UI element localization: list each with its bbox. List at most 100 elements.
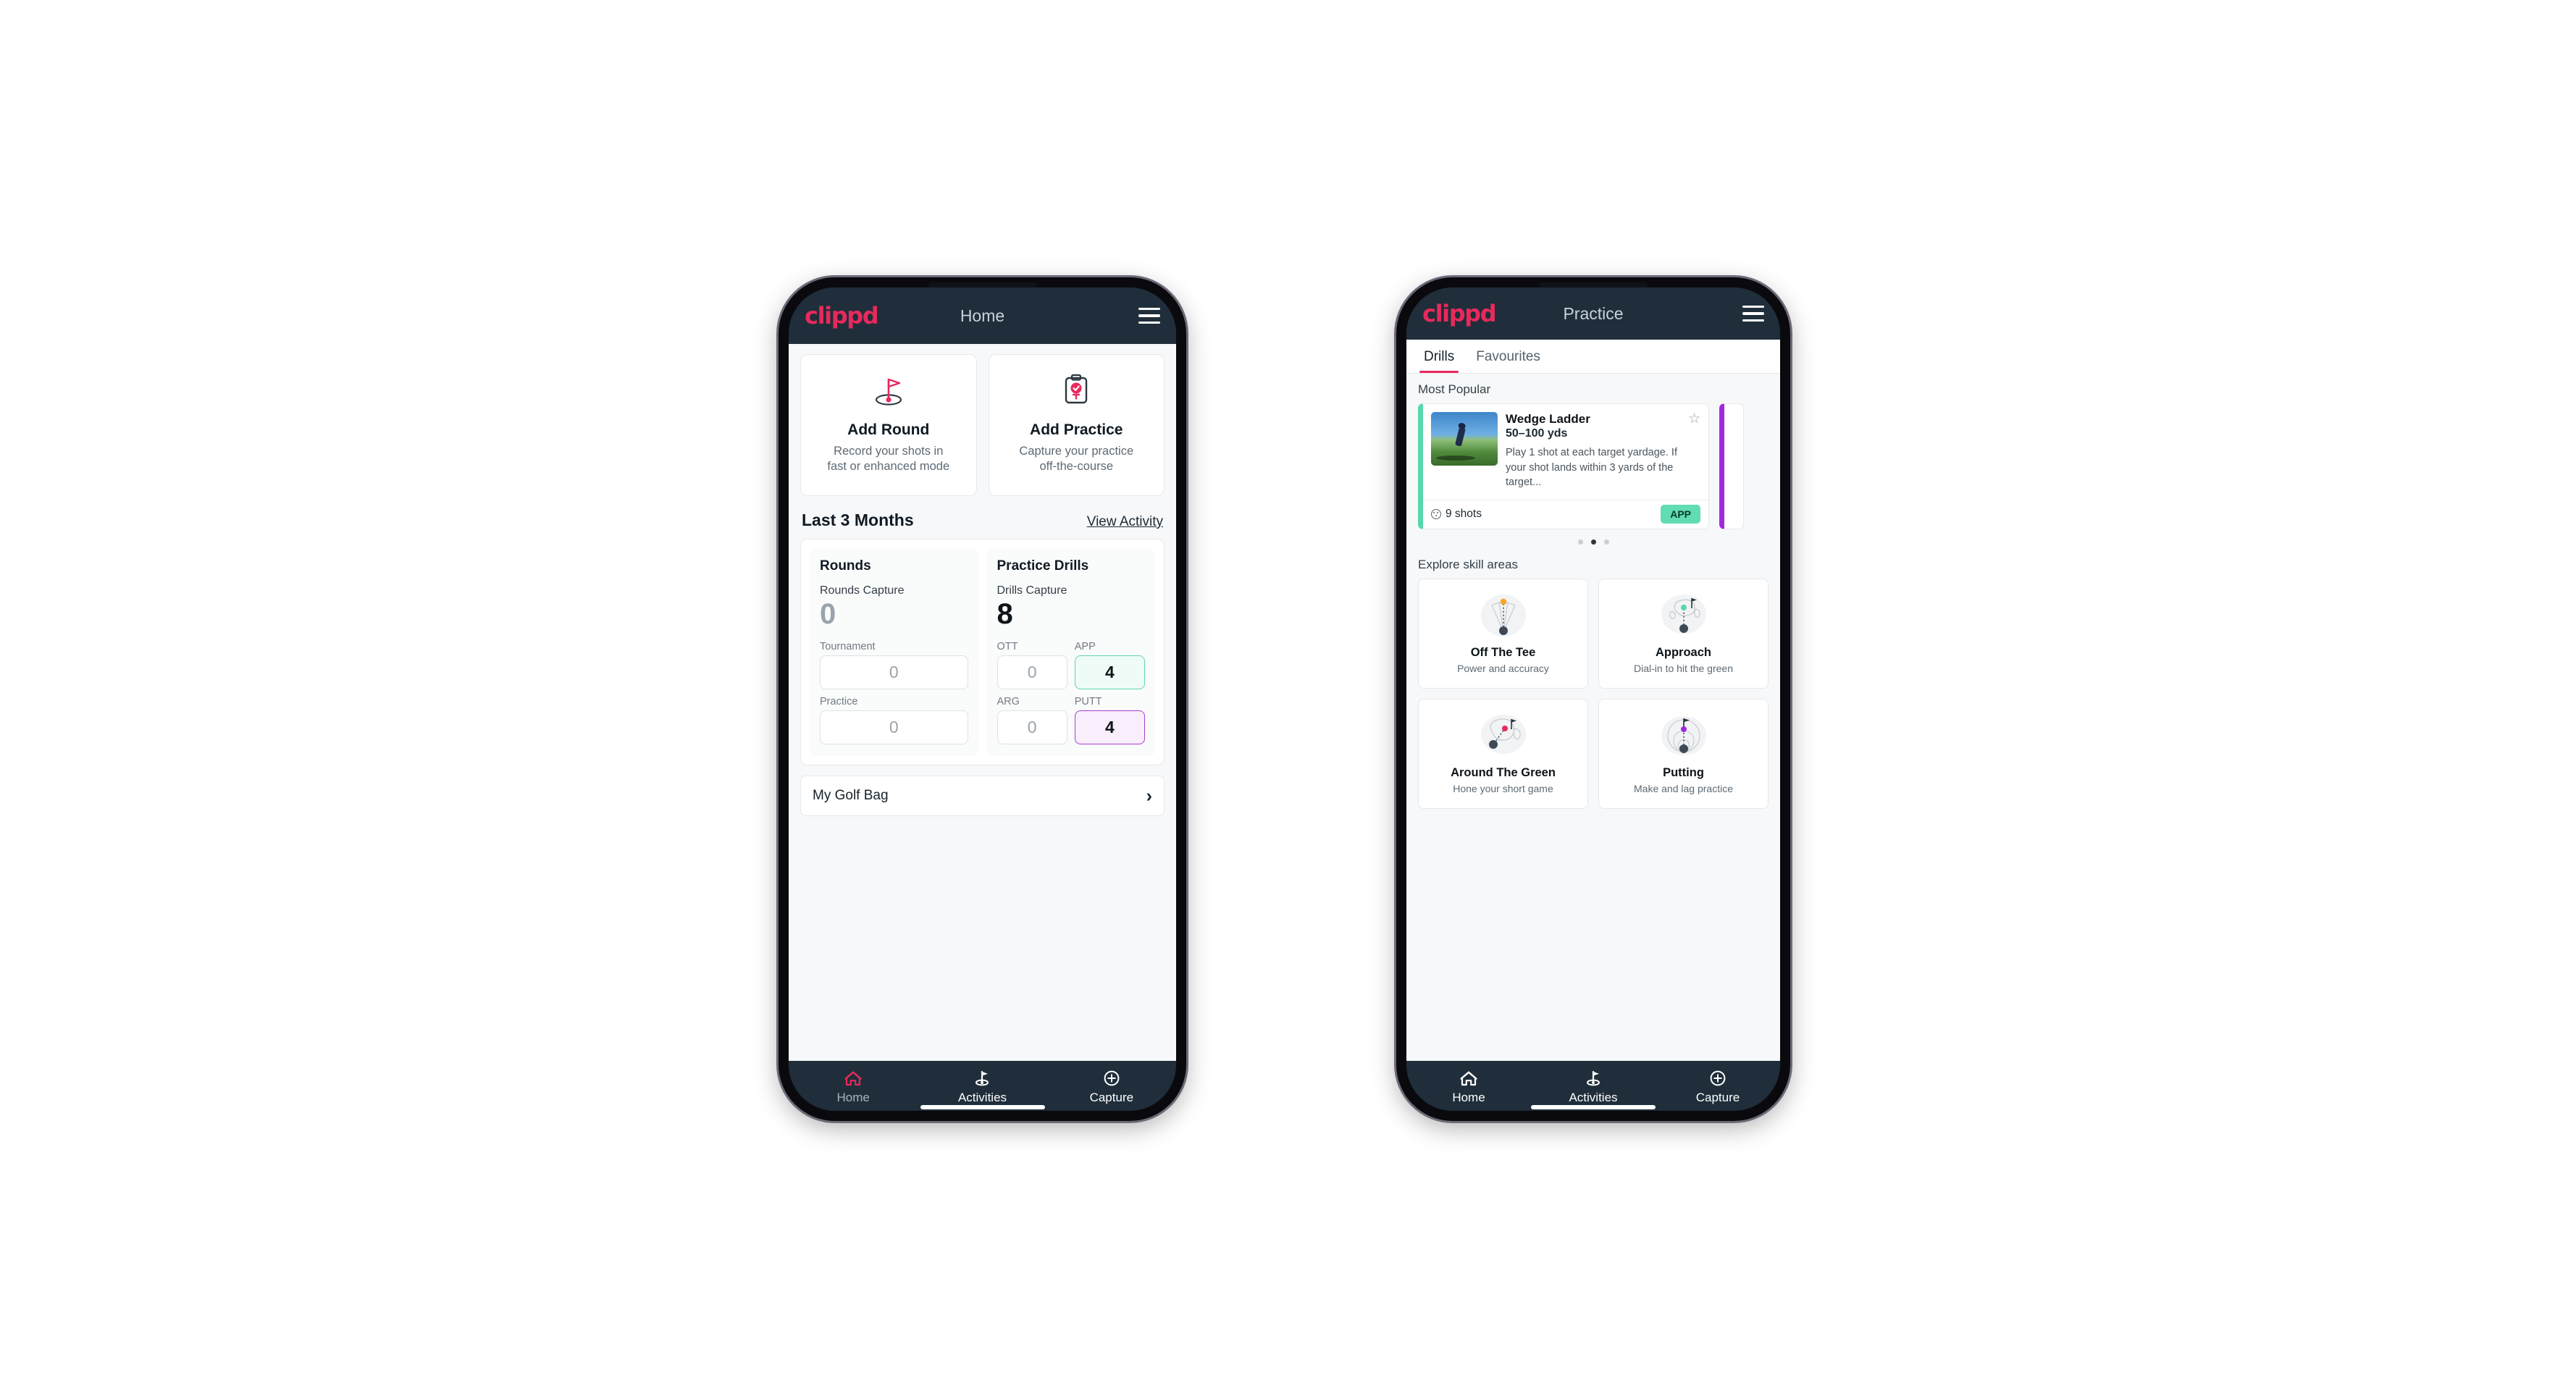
nav-label-home: Home	[836, 1091, 870, 1104]
skill-name: Putting	[1663, 765, 1704, 779]
carousel-dot-3[interactable]	[1603, 539, 1609, 545]
bottom-nav-home: Home Activities Capture	[789, 1061, 1176, 1111]
practice-value[interactable]: 0	[820, 710, 968, 744]
arg-value[interactable]: 0	[997, 710, 1067, 744]
app-bar-home: clippd Home	[789, 287, 1176, 344]
nav-item-capture[interactable]: Capture	[1656, 1070, 1780, 1105]
nav-item-home[interactable]: Home	[789, 1070, 918, 1105]
home-indicator-bar	[920, 1105, 1045, 1109]
home-indicator-bar	[1531, 1105, 1656, 1109]
home-icon	[1460, 1071, 1477, 1086]
golf-ball-icon	[1431, 509, 1441, 520]
drills-capture-value: 8	[997, 598, 1013, 630]
most-popular-label: Most Popular	[1418, 382, 1491, 396]
nav-item-activities[interactable]: Activities	[918, 1070, 1046, 1105]
phone-speaker-slot	[928, 282, 1037, 287]
tab-drills[interactable]: Drills	[1419, 347, 1459, 373]
clippd-logo[interactable]: clippd	[805, 302, 879, 329]
clippd-logo[interactable]: clippd	[1422, 300, 1497, 327]
putt-value[interactable]: 4	[1074, 710, 1145, 744]
clipboard-check-tee-icon	[1056, 369, 1096, 411]
drill-card-wedge-ladder[interactable]: Wedge Ladder 50–100 yds ☆ Play 1 shot at…	[1418, 403, 1709, 529]
add-practice-subtitle-line2: off-the-course	[1039, 460, 1114, 474]
nav-item-activities[interactable]: Activities	[1531, 1070, 1656, 1105]
my-golf-bag-label: My Golf Bag	[813, 788, 889, 803]
skill-areas-grid: Off The Tee Power and accuracy Approach …	[1418, 578, 1769, 809]
tournament-value[interactable]: 0	[820, 655, 968, 689]
around-green-icon	[1480, 714, 1526, 754]
carousel-dot-2[interactable]	[1590, 539, 1596, 545]
add-round-subtitle-line2: fast or enhanced mode	[827, 460, 950, 474]
plus-circle-icon	[1710, 1070, 1726, 1086]
tab-favourites[interactable]: Favourites	[1472, 347, 1545, 373]
app-bar-practice: clippd Practice	[1406, 287, 1780, 340]
skill-desc: Make and lag practice	[1634, 782, 1733, 794]
add-round-card[interactable]: Add Round Record your shots in fast or e…	[800, 354, 977, 496]
carousel-dot-1[interactable]	[1577, 539, 1583, 545]
view-activity-link[interactable]: View Activity	[1087, 514, 1163, 530]
skill-card-approach[interactable]: Approach Dial-in to hit the green	[1598, 578, 1769, 689]
app-value[interactable]: 4	[1074, 655, 1145, 689]
star-outline-icon[interactable]: ☆	[1688, 412, 1700, 426]
practice-screen-body: Most Popular Wedge Ladder 50–100 yds ☆ P…	[1406, 374, 1780, 1061]
add-round-subtitle-line1: Record your shots in	[834, 445, 944, 458]
drill-description: Play 1 shot at each target yardage. If y…	[1506, 447, 1677, 489]
phone-mockup-practice: clippd Practice Drills Favourites Most P…	[1396, 277, 1790, 1121]
skill-desc: Power and accuracy	[1457, 662, 1549, 674]
phone-speaker-slot	[1539, 282, 1648, 287]
add-round-title: Add Round	[847, 421, 930, 438]
putting-rings-icon	[1661, 715, 1706, 755]
drills-capture-label: Drills Capture	[997, 584, 1067, 597]
arg-field: ARG 0	[997, 696, 1067, 744]
nav-item-home[interactable]: Home	[1406, 1070, 1531, 1105]
nav-label-capture: Capture	[1089, 1091, 1134, 1104]
app-field: APP 4	[1074, 641, 1145, 689]
drill-shots: 9 shots	[1431, 508, 1482, 521]
add-practice-card[interactable]: Add Practice Capture your practice off-t…	[988, 354, 1165, 496]
tournament-field: Tournament 0	[820, 641, 968, 689]
hamburger-menu-icon[interactable]	[1742, 306, 1764, 322]
quick-actions-row: Add Round Record your shots in fast or e…	[800, 354, 1165, 496]
plus-circle-icon	[1104, 1070, 1120, 1086]
home-screen-body: Add Round Record your shots in fast or e…	[789, 344, 1176, 1061]
add-practice-title: Add Practice	[1030, 421, 1123, 438]
skill-card-around-the-green[interactable]: Around The Green Hone your short game	[1418, 698, 1588, 809]
section-title: Last 3 Months	[802, 511, 914, 529]
bottom-nav-practice: Home Activities Capture	[1406, 1061, 1780, 1111]
my-golf-bag-row[interactable]: My Golf Bag ›	[800, 776, 1165, 816]
skill-name: Approach	[1655, 645, 1711, 659]
tee-shot-fan-icon	[1480, 594, 1526, 637]
putt-label: PUTT	[1074, 696, 1102, 707]
golf-flag-icon	[1587, 1070, 1600, 1086]
ott-field: OTT 0	[997, 641, 1067, 689]
golf-flag-hole-icon	[868, 369, 909, 411]
skill-card-putting[interactable]: Putting Make and lag practice	[1598, 698, 1769, 809]
chevron-right-icon: ›	[1146, 785, 1152, 806]
carousel-dots[interactable]	[1418, 539, 1769, 545]
last-3-months-header: Last 3 Months View Activity	[802, 511, 1163, 530]
stats-card: Rounds Rounds Capture 0 Tournament 0 Pra…	[800, 539, 1165, 765]
nav-item-capture[interactable]: Capture	[1047, 1070, 1176, 1105]
hamburger-menu-icon[interactable]	[1138, 308, 1160, 324]
nav-label-activities: Activities	[1569, 1091, 1618, 1104]
nav-label-capture: Capture	[1695, 1091, 1740, 1104]
tournament-label: Tournament	[820, 641, 876, 652]
approach-green-icon	[1661, 594, 1706, 634]
practice-drills-stat-column: Practice Drills Drills Capture 8 OTT 0 A…	[986, 548, 1155, 756]
add-practice-subtitle-line1: Capture your practice	[1019, 445, 1134, 458]
nav-label-activities: Activities	[957, 1091, 1007, 1104]
practice-tabs: Drills Favourites	[1406, 340, 1780, 374]
rounds-capture-label: Rounds Capture	[820, 584, 905, 597]
skill-name: Around The Green	[1451, 765, 1556, 779]
skill-card-off-the-tee[interactable]: Off The Tee Power and accuracy	[1418, 578, 1588, 689]
home-icon	[844, 1071, 862, 1086]
drill-yardage: 50–100 yds	[1506, 427, 1568, 440]
drill-carousel[interactable]: Wedge Ladder 50–100 yds ☆ Play 1 shot at…	[1418, 403, 1769, 529]
screenshot-canvas: clippd Home Add Round Record your shots …	[0, 0, 2576, 1386]
nav-label-home: Home	[1452, 1091, 1485, 1104]
golf-flag-icon	[976, 1070, 989, 1086]
practice-field: Practice 0	[820, 696, 968, 744]
drill-card-next-peek[interactable]	[1719, 403, 1744, 529]
drill-thumbnail	[1431, 412, 1498, 466]
ott-value[interactable]: 0	[997, 655, 1067, 689]
